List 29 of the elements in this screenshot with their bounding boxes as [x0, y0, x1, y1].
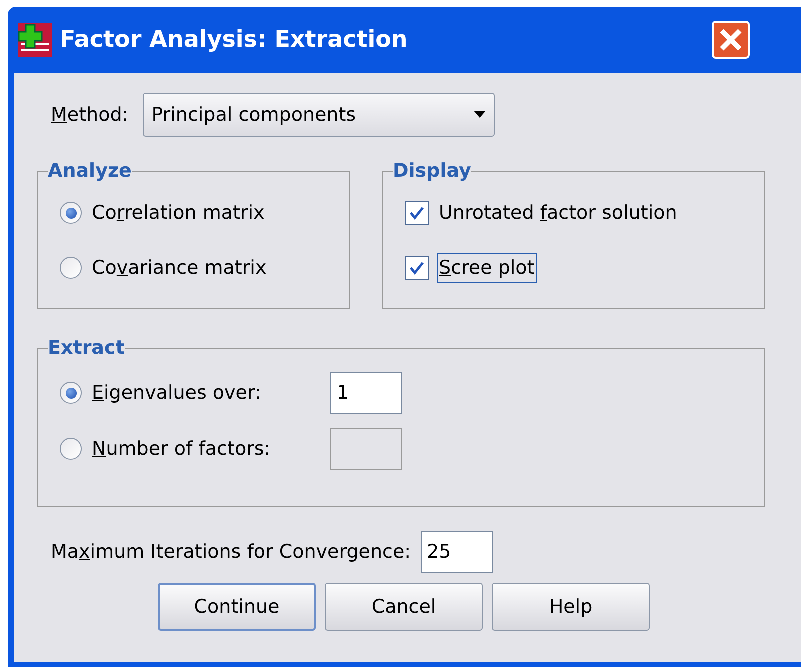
close-button[interactable] — [712, 21, 750, 59]
group-title: Analyze — [48, 162, 132, 181]
radio-label: Correlation matrix — [92, 201, 265, 226]
dialog-button[interactable]: Continue — [158, 583, 316, 631]
method-label: Method: — [51, 102, 129, 128]
check-icon — [409, 206, 425, 220]
dialog-button[interactable]: Cancel — [325, 583, 483, 631]
dialog-button[interactable]: Help — [492, 583, 650, 631]
radio-button[interactable] — [60, 202, 82, 224]
app-icon — [18, 23, 52, 57]
radio-label: Number of factors: — [92, 436, 272, 462]
radio-button[interactable] — [60, 382, 82, 404]
close-icon — [718, 28, 743, 52]
checkbox-label: Unrotated factor solution — [438, 201, 678, 226]
iterations-label: Maximum Iterations for Convergence: — [51, 540, 412, 565]
number-field[interactable]: 1 — [330, 372, 402, 414]
radio-label: Covariance matrix — [92, 256, 267, 280]
window-title: Factor Analysis: Extraction — [60, 26, 408, 55]
check-icon — [409, 260, 425, 275]
iterations-field[interactable]: 25 — [421, 531, 494, 573]
radio-label: Eigenvalues over: — [92, 380, 262, 406]
checkbox[interactable] — [405, 201, 429, 226]
radio-button[interactable] — [60, 256, 82, 279]
dropdown-arrow-icon — [474, 111, 486, 119]
checkbox[interactable] — [405, 256, 429, 280]
group-title: Display — [393, 162, 472, 181]
method-dropdown[interactable]: Principal components — [142, 93, 495, 137]
checkbox-label: Scree plot — [437, 252, 537, 283]
group-title: Extract — [48, 339, 125, 358]
